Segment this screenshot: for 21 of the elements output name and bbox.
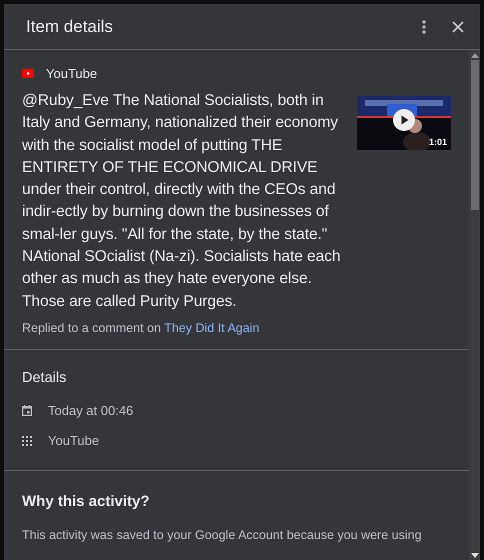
source-name: YouTube bbox=[46, 66, 98, 81]
scroll-down-icon[interactable] bbox=[470, 553, 478, 558]
explanation-text: This activity was saved to your Google Account because you were using bbox=[22, 528, 423, 542]
video-duration: 1:01 bbox=[428, 137, 447, 147]
video-link[interactable]: They Did It Again bbox=[164, 320, 260, 335]
scroll-up-icon[interactable] bbox=[470, 53, 478, 58]
more-icon[interactable] bbox=[422, 20, 426, 34]
close-icon[interactable] bbox=[452, 20, 464, 32]
reply-text: Replied to a comment on They Did It Again bbox=[22, 320, 260, 335]
detail-text: YouTube bbox=[48, 433, 100, 448]
dialog-title: Item details bbox=[26, 16, 114, 36]
apps-grid-icon bbox=[22, 436, 32, 446]
section-heading: Details bbox=[22, 370, 68, 386]
detail-text: Today at 00:46 bbox=[48, 403, 134, 418]
comment-text: @Ruby_Eve The National Socialists, both in Italy and Germany, nationalized their economy with the socialist model of putting THE ENTIRETY OF THE ECONOMICAL DRIVE under their control, directly with the CEOs and indir-ectly by burning down the businesses of smal-ler guys. "All for the state, by the state." NAtional SOcialist (Na-zi). Socialists hate each other as much as they hate everyone else. Those are called Purity Purges. bbox=[22, 91, 342, 312]
scrollbar-thumb[interactable] bbox=[470, 60, 478, 210]
section-heading: Why this activity? bbox=[22, 492, 151, 510]
video-thumbnail[interactable]: 1:01 bbox=[357, 96, 451, 150]
calendar-icon bbox=[22, 405, 32, 416]
youtube-logo-icon bbox=[22, 69, 34, 78]
play-icon bbox=[393, 109, 415, 131]
